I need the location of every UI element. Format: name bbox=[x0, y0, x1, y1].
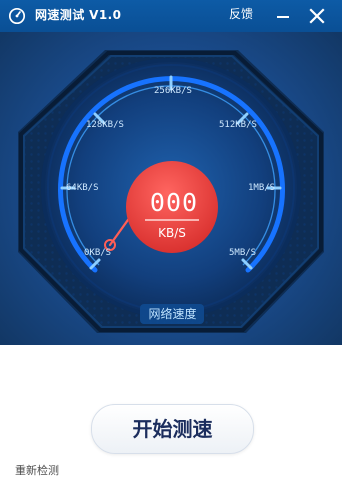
feedback-link[interactable]: 反馈 bbox=[229, 6, 253, 22]
start-speed-test-button[interactable]: 开始测速 bbox=[91, 404, 254, 454]
speed-meter-icon bbox=[8, 7, 26, 25]
close-icon[interactable] bbox=[306, 6, 328, 26]
window-title: 网速测试 V1.0 bbox=[35, 8, 122, 22]
scale-label-0kbs: 0KB/S bbox=[84, 248, 112, 258]
speed-value: 000 bbox=[149, 188, 199, 217]
minimize-icon[interactable] bbox=[272, 6, 294, 26]
recheck-link[interactable]: 重新检测 bbox=[15, 464, 59, 478]
scale-label-1mbs: 1MB/S bbox=[248, 183, 276, 193]
scale-label-128kbs: 128KB/S bbox=[86, 120, 124, 130]
speed-test-window: 网速测试 V1.0 反馈 256KB/S 128KB/S 512KB/S 64K… bbox=[0, 0, 342, 492]
scale-label-64kbs: 64KB/S bbox=[66, 183, 99, 193]
speed-stage: 256KB/S 128KB/S 512KB/S 64KB/S 1MB/S 0KB… bbox=[0, 32, 342, 345]
speed-unit: KB/S bbox=[158, 226, 186, 240]
scale-label-512kbs: 512KB/S bbox=[219, 120, 257, 130]
network-speed-label: 网络速度 bbox=[148, 307, 197, 321]
scale-label-256kbs: 256KB/S bbox=[154, 86, 192, 96]
title-bar: 网速测试 V1.0 反馈 bbox=[0, 0, 342, 32]
scale-label-5mbs: 5MB/S bbox=[229, 248, 257, 258]
